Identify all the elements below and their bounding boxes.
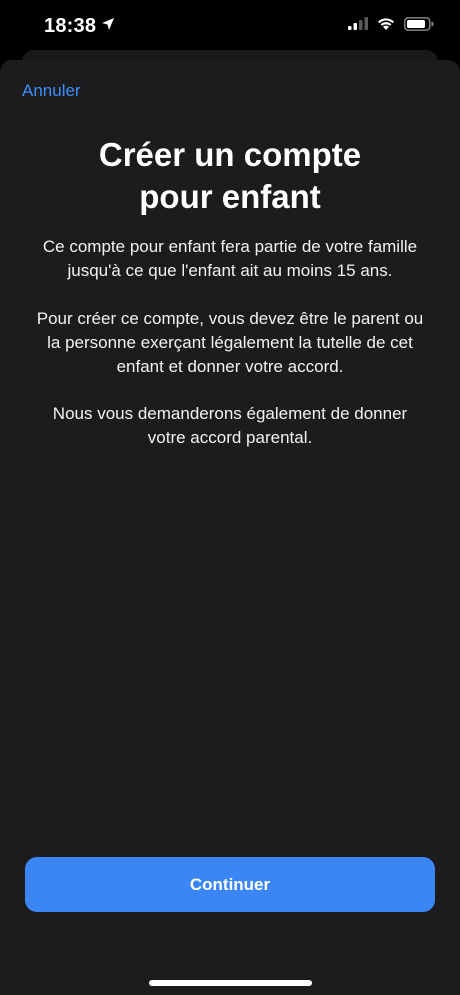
text-line: Nous vous demanderons également de donne… — [52, 404, 408, 423]
info-paragraph-consent: Nous vous demanderons également de donne… — [14, 402, 446, 450]
text-line: Ce compte pour enfant fera partie de vot… — [42, 237, 418, 256]
continue-button[interactable]: Continuer — [25, 857, 435, 912]
screen: 18:38 Annuler Créer un compte pour enfan… — [0, 0, 460, 995]
clock: 18:38 — [44, 14, 97, 37]
page-title: Créer un compte pour enfant — [0, 134, 460, 218]
status-bar: 18:38 — [0, 0, 460, 56]
text-line: enfant et donner votre accord. — [116, 357, 344, 376]
info-paragraph-guardian: Pour créer ce compte, vous devez être le… — [14, 307, 446, 379]
page-title-line: Créer un compte — [98, 136, 362, 173]
time-group: 18:38 — [44, 15, 115, 38]
wifi-icon — [376, 16, 396, 36]
text-line: jusqu'à ce que l'enfant ait au moins 15 … — [67, 261, 393, 280]
text-line: la personne exerçant légalement la tutel… — [47, 333, 413, 352]
home-indicator[interactable] — [149, 980, 312, 986]
status-icons — [348, 16, 434, 36]
battery-icon — [404, 16, 434, 36]
location-arrow-icon — [101, 17, 115, 36]
info-paragraph-age: Ce compte pour enfant fera partie de vot… — [14, 235, 446, 283]
text-line: votre accord parental. — [147, 428, 313, 447]
page-title-line: pour enfant — [139, 178, 321, 215]
cellular-signal-icon — [348, 17, 368, 35]
text-line: Pour créer ce compte, vous devez être le… — [36, 309, 424, 328]
cancel-button[interactable]: Annuler — [22, 81, 81, 101]
